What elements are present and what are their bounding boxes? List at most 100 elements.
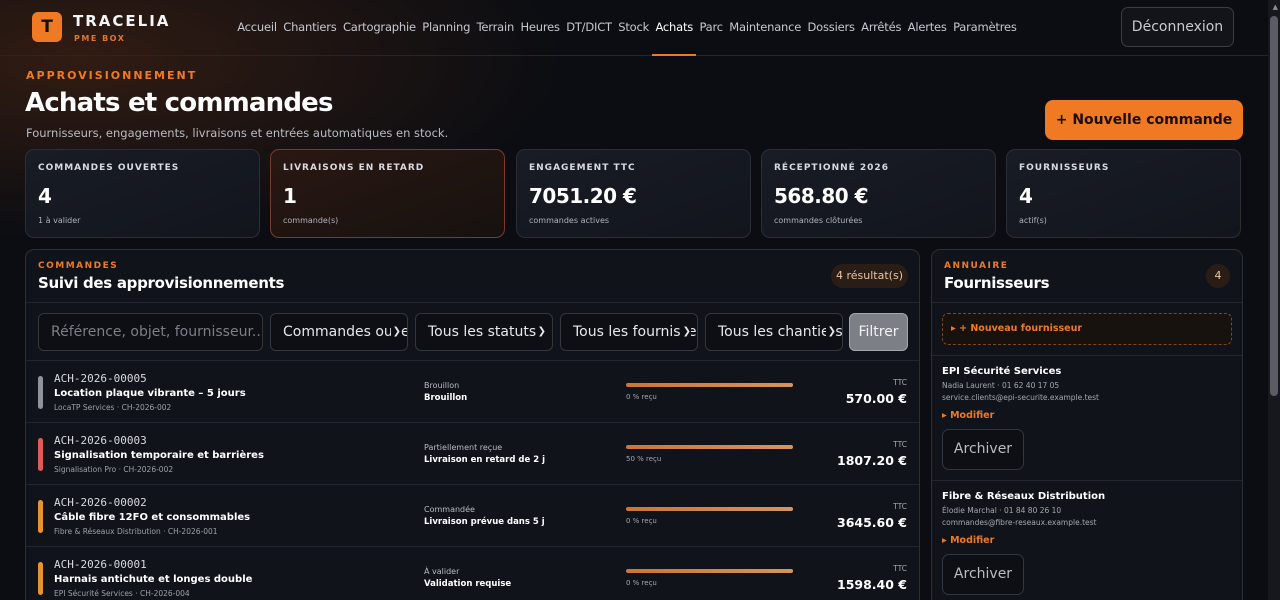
supplier-contact: Nadia Laurent · 01 62 40 17 05: [942, 381, 1060, 390]
orders-eyebrow: COMMANDES: [38, 261, 119, 271]
archive-supplier-button[interactable]: Archiver: [942, 429, 1024, 470]
reception-percent: 0 % reçu: [626, 517, 657, 525]
nav-item-parc[interactable]: Parc: [696, 0, 726, 56]
search-input[interactable]: Référence, objet, fournisseur...: [38, 313, 263, 351]
order-object: Câble fibre 12FO et consommables: [54, 512, 251, 523]
nav-item-chantiers[interactable]: Chantiers: [280, 0, 340, 56]
supplier-name: Fibre & Réseaux Distribution: [942, 491, 1106, 502]
stat-label: ENGAGEMENT TTC: [529, 163, 636, 173]
supplier-select[interactable]: Tous les fournisseurs ❯: [560, 313, 698, 351]
brand-name: TRACELIA: [73, 12, 171, 30]
order-reference: ACH-2026-00003: [54, 434, 147, 447]
order-row[interactable]: ACH-2026-00002 Câble fibre 12FO et conso…: [26, 485, 919, 547]
nav-item-arretes[interactable]: Arrêtés: [858, 0, 905, 56]
nav-item-dossiers[interactable]: Dossiers: [804, 0, 858, 56]
chevron-down-icon: ❯: [680, 314, 691, 350]
scroll-up-arrow-icon[interactable]: ▲: [1273, 3, 1278, 11]
edit-supplier-button[interactable]: ▸ Modifier: [942, 535, 994, 546]
chevron-down-icon: ❯: [535, 314, 546, 350]
new-supplier-button[interactable]: ▸ + Nouveau fournisseur: [942, 313, 1232, 345]
triangle-right-icon: ▸: [951, 323, 956, 334]
triangle-right-icon: ▸: [942, 410, 947, 421]
filter-button[interactable]: Filtrer: [849, 313, 908, 351]
nav-item-stock[interactable]: Stock: [615, 0, 652, 56]
supplier-email: service.clients@epi-securite.example.tes…: [942, 393, 1099, 402]
logout-button[interactable]: Déconnexion: [1121, 7, 1234, 47]
stat-label: RÉCEPTIONNÉ 2026: [774, 163, 889, 173]
nav-item-planning[interactable]: Planning: [419, 0, 473, 56]
edit-supplier-button[interactable]: ▸ Modifier: [942, 410, 994, 421]
suppliers-panel: ANNUAIRE Fournisseurs 4 ▸ + Nouveau four…: [931, 249, 1243, 600]
stat-note: commandes clôturées: [774, 216, 863, 225]
logo-icon[interactable]: T: [32, 12, 62, 42]
order-row[interactable]: ACH-2026-00001 Harnais antichute et long…: [26, 547, 919, 600]
order-status-detail: Livraison en retard de 2 j: [424, 455, 545, 465]
nav-item-achats[interactable]: Achats: [652, 0, 697, 56]
scrollbar-thumb[interactable]: [1270, 16, 1278, 396]
archive-supplier-button[interactable]: Archiver: [942, 554, 1024, 595]
supplier-email: commandes@fibre-reseaux.example.test: [942, 518, 1097, 527]
stat-value: 4: [38, 184, 52, 208]
amount-label: TTC: [893, 564, 907, 573]
brand-subtitle: PME BOX: [74, 34, 126, 43]
supplier-select-value: Tous les fournisseurs: [573, 324, 697, 340]
nav-item-cartographie[interactable]: Cartographie: [340, 0, 419, 56]
stat-value: 4: [1019, 184, 1033, 208]
status-color-bar: [38, 500, 43, 533]
nav-item-maintenance[interactable]: Maintenance: [726, 0, 804, 56]
page-scrollbar[interactable]: ▲: [1268, 0, 1280, 600]
order-object: Signalisation temporaire et barrières: [54, 450, 264, 461]
site-select-value: Tous les chantiers: [718, 324, 843, 340]
result-count-badge: 4 résultat(s): [831, 264, 908, 288]
status-color-bar: [38, 562, 43, 595]
stat-label: FOURNISSEURS: [1019, 163, 1110, 173]
status-color-bar: [38, 438, 43, 471]
page-eyebrow: APPROVISIONNEMENT: [26, 69, 198, 82]
nav-item-terrain[interactable]: Terrain: [473, 0, 517, 56]
nav-item-alertes[interactable]: Alertes: [904, 0, 949, 56]
suppliers-eyebrow: ANNUAIRE: [944, 261, 1009, 271]
supplier-contact: Élodie Marchal · 01 84 80 26 10: [942, 506, 1062, 515]
amount-label: TTC: [893, 440, 907, 449]
nav-item-parametres[interactable]: Paramètres: [950, 0, 1020, 56]
stat-label: COMMANDES OUVERTES: [38, 163, 180, 173]
supplier-name: EPI Sécurité Services: [942, 366, 1062, 377]
divider: [932, 302, 1242, 303]
scope-select-value: Commandes ouvertes: [283, 324, 407, 340]
scope-select[interactable]: Commandes ouvertes ❯: [270, 313, 408, 351]
edit-label: Modifier: [950, 535, 995, 546]
nav-item-accueil[interactable]: Accueil: [234, 0, 280, 56]
new-order-button[interactable]: + Nouvelle commande: [1045, 100, 1243, 140]
order-status-detail: Livraison prévue dans 5 j: [424, 517, 545, 527]
stat-label: LIVRAISONS EN RETARD: [283, 163, 425, 173]
reception-progress-bar: [626, 569, 793, 573]
amount-label: TTC: [893, 502, 907, 511]
site-select[interactable]: Tous les chantiers ❯: [705, 313, 843, 351]
order-object: Harnais antichute et longes double: [54, 574, 253, 585]
order-amount: 570.00 €: [845, 391, 907, 406]
order-amount: 3645.60 €: [837, 515, 907, 530]
stat-card-commitment: ENGAGEMENT TTC 7051.20 € commandes activ…: [516, 149, 751, 238]
divider: [932, 480, 1242, 481]
status-color-bar: [38, 376, 43, 409]
order-meta: Fibre & Réseaux Distribution · CH-2026-0…: [54, 527, 218, 536]
triangle-right-icon: ▸: [942, 535, 947, 546]
top-bar: T TRACELIA PME BOX Accueil Chantiers Car…: [0, 0, 1268, 56]
orders-title: Suivi des approvisionnements: [38, 274, 285, 292]
order-meta: LocaTP Services · CH-2026-002: [54, 403, 172, 412]
order-row[interactable]: ACH-2026-00003 Signalisation temporaire …: [26, 423, 919, 485]
reception-percent: 0 % reçu: [626, 579, 657, 587]
new-supplier-label: + Nouveau fournisseur: [959, 323, 1083, 334]
order-row[interactable]: ACH-2026-00005 Location plaque vibrante …: [26, 361, 919, 423]
status-select[interactable]: Tous les statuts ❯: [415, 313, 553, 351]
chevron-down-icon: ❯: [390, 314, 401, 350]
chevron-down-icon: ❯: [825, 314, 836, 350]
nav-item-dt-dict[interactable]: DT/DICT: [563, 0, 615, 56]
reception-percent: 50 % reçu: [626, 455, 662, 463]
nav-item-heures[interactable]: Heures: [517, 0, 563, 56]
order-status: Partiellement reçue: [424, 443, 503, 452]
page-subtitle: Fournisseurs, engagements, livraisons et…: [26, 126, 449, 140]
stat-note: commandes actives: [529, 216, 610, 225]
main-nav: Accueil Chantiers Cartographie Planning …: [234, 0, 1020, 56]
divider: [932, 355, 1242, 356]
